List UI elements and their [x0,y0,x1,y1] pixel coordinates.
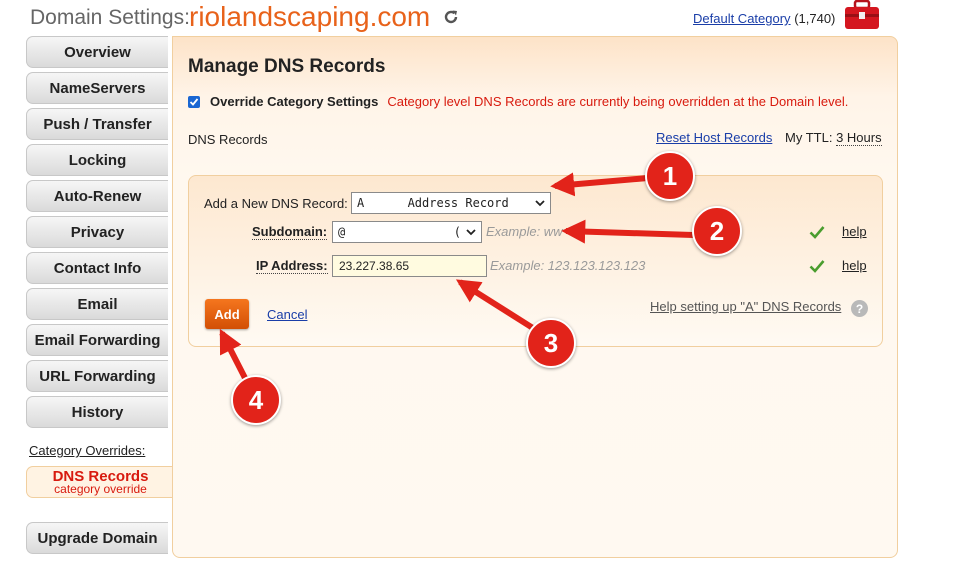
add-button[interactable]: Add [205,299,249,329]
upgrade-domain-button[interactable]: Upgrade Domain [26,522,168,554]
subdomain-select[interactable]: @ ( [332,221,482,243]
sidebar-item-auto-renew[interactable]: Auto-Renew [26,180,168,212]
main-panel: Manage DNS Records Override Category Set… [172,36,898,558]
record-type-select[interactable]: A Address Record [351,192,551,214]
add-record-form: Add a New DNS Record: A Address Record S… [188,175,883,347]
subdomain-value: @ [338,225,346,239]
sidebar-item-nameservers[interactable]: NameServers [26,72,168,104]
question-icon[interactable]: ? [851,300,868,317]
category-count: (1,740) [794,11,836,26]
callout-3: 3 [526,318,576,368]
page-header: Domain Settings: riolandscaping.com Defa… [24,0,970,36]
toolbox-icon[interactable] [844,0,880,30]
cancel-link[interactable]: Cancel [267,307,307,322]
sidebar-item-dns-records[interactable]: DNS Records category override [26,466,174,498]
ip-address-example: Example: 123.123.123.123 [490,258,646,273]
override-row: Override Category Settings Category leve… [188,94,848,109]
subdomain-label: Subdomain: [252,224,328,240]
dns-records-tab-sublabel: category override [54,482,147,496]
ip-address-help-link[interactable]: help [842,258,867,273]
override-message: Category level DNS Records are currently… [387,94,849,109]
check-icon [809,260,825,273]
sidebar-item-history[interactable]: History [26,396,168,428]
category-overrides-label: Category Overrides: [29,443,146,458]
sidebar-item-contact-info[interactable]: Contact Info [26,252,168,284]
override-label: Override Category Settings [210,94,379,109]
help-setup-link[interactable]: Help setting up "A" DNS Records [650,299,841,314]
sidebar-item-email[interactable]: Email [26,288,168,320]
chevron-down-icon [535,200,545,207]
sidebar-item-url-forwarding[interactable]: URL Forwarding [26,360,168,392]
ip-address-input[interactable]: 23.227.38.65 [332,255,487,277]
sidebar-item-push-transfer[interactable]: Push / Transfer [26,108,168,140]
add-record-label: Add a New DNS Record: [204,196,348,211]
sidebar-item-overview[interactable]: Overview [26,36,168,68]
chevron-down-icon [466,229,476,236]
sidebar-item-privacy[interactable]: Privacy [26,216,168,248]
ttl-label: My TTL: [785,130,833,145]
page-title: Manage DNS Records [188,56,386,77]
dns-records-label: DNS Records [188,132,268,147]
refresh-icon[interactable] [443,9,459,25]
override-checkbox[interactable] [188,95,200,108]
ip-address-label: IP Address: [256,258,328,274]
subdomain-suffix: ( [453,225,461,239]
page-label: Domain Settings: [30,6,190,29]
record-type-value: A Address Record [357,196,509,210]
subdomain-help-link[interactable]: help [842,224,867,239]
ttl-value[interactable]: 3 Hours [836,130,882,146]
callout-2: 2 [692,206,742,256]
reset-host-records-link[interactable]: Reset Host Records [656,130,772,145]
sidebar-item-email-forwarding[interactable]: Email Forwarding [26,324,168,356]
ttl-display: My TTL: 3 Hours [785,130,882,146]
checkmark-icon [189,97,199,106]
subdomain-example: Example: ww [486,224,563,239]
callout-1: 1 [645,151,695,201]
callout-4: 4 [231,375,281,425]
sidebar-item-locking[interactable]: Locking [26,144,168,176]
default-category-link[interactable]: Default Category [693,11,791,26]
domain-name: riolandscaping.com [189,1,431,32]
default-category: Default Category (1,740) [693,11,835,26]
check-icon [809,226,825,239]
